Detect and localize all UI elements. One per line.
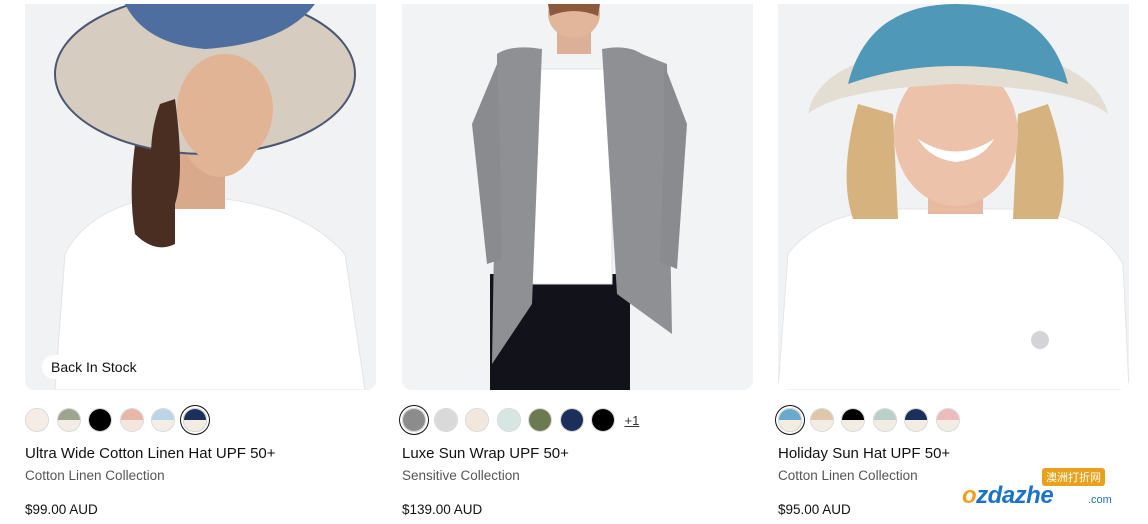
color-swatch[interactable] bbox=[528, 408, 552, 432]
color-swatch[interactable] bbox=[559, 408, 584, 432]
color-swatch[interactable] bbox=[841, 408, 865, 432]
color-swatch[interactable] bbox=[119, 408, 144, 432]
product-collection: Cotton Linen Collection bbox=[25, 468, 165, 483]
product-price: $139.00 AUD bbox=[402, 502, 483, 517]
product-photo-wrap-woman bbox=[402, 4, 753, 390]
product-image[interactable] bbox=[778, 4, 1129, 390]
product-collection: Cotton Linen Collection bbox=[778, 468, 918, 483]
product-card[interactable]: Holiday Sun Hat UPF 50+ Cotton Linen Col… bbox=[778, 0, 1129, 524]
color-swatch[interactable] bbox=[778, 408, 802, 432]
color-swatch[interactable] bbox=[872, 408, 897, 432]
color-swatch[interactable] bbox=[904, 408, 928, 432]
watermark-logo: 澳洲打折网 ozdazhe .com bbox=[960, 468, 1130, 516]
color-swatch[interactable] bbox=[88, 408, 112, 432]
watermark-logo-text: ozdazhe bbox=[962, 482, 1054, 510]
color-swatch[interactable] bbox=[465, 408, 489, 432]
color-swatch[interactable] bbox=[433, 408, 458, 432]
product-image[interactable]: Back In Stock bbox=[25, 4, 376, 390]
color-swatch[interactable] bbox=[935, 408, 960, 432]
color-swatch[interactable] bbox=[151, 408, 175, 432]
watermark-logo-rest: zdazhe bbox=[976, 482, 1054, 509]
product-card[interactable]: +1 Luxe Sun Wrap UPF 50+ Sensitive Colle… bbox=[402, 0, 753, 524]
product-title[interactable]: Ultra Wide Cotton Linen Hat UPF 50+ bbox=[25, 445, 276, 462]
product-image[interactable] bbox=[402, 4, 753, 390]
product-grid: Back In Stock Ultra Wide Cotton Linen Ha… bbox=[0, 0, 1148, 524]
color-swatches bbox=[778, 405, 967, 435]
product-title[interactable]: Holiday Sun Hat UPF 50+ bbox=[778, 445, 950, 462]
color-swatch[interactable] bbox=[591, 408, 615, 432]
color-swatch[interactable] bbox=[402, 408, 426, 432]
product-photo-hat-woman bbox=[25, 4, 376, 390]
color-swatches bbox=[25, 405, 214, 435]
color-swatch[interactable] bbox=[809, 408, 834, 432]
product-price: $99.00 AUD bbox=[25, 502, 98, 517]
watermark-com-text: .com bbox=[1088, 494, 1112, 506]
color-swatch[interactable] bbox=[182, 408, 207, 432]
back-in-stock-badge: Back In Stock bbox=[42, 355, 146, 379]
more-colors-link[interactable]: +1 bbox=[625, 413, 640, 428]
product-title[interactable]: Luxe Sun Wrap UPF 50+ bbox=[402, 445, 569, 462]
product-collection: Sensitive Collection bbox=[402, 468, 520, 483]
color-swatch[interactable] bbox=[25, 408, 49, 432]
color-swatch[interactable] bbox=[496, 408, 521, 432]
product-card[interactable]: Back In Stock Ultra Wide Cotton Linen Ha… bbox=[25, 0, 376, 524]
product-price: $95.00 AUD bbox=[778, 502, 851, 517]
color-swatch[interactable] bbox=[56, 408, 81, 432]
watermark-logo-o: o bbox=[962, 482, 977, 509]
color-swatches: +1 bbox=[402, 405, 639, 435]
product-photo-bucket-hat-woman bbox=[778, 4, 1129, 390]
